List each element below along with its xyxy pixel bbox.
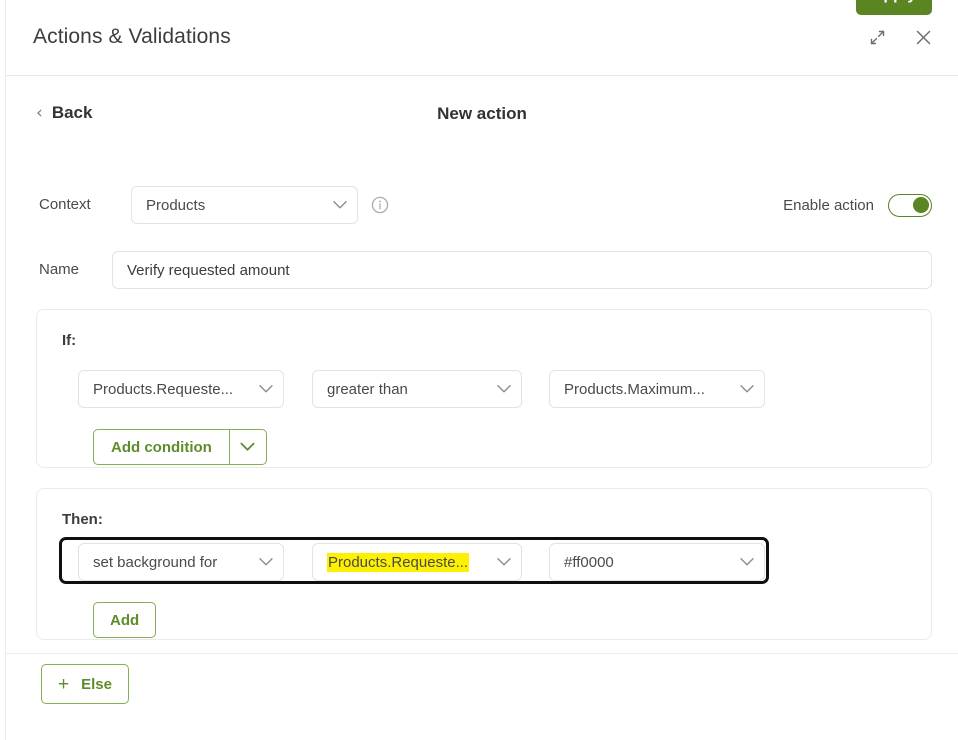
if-condition-row: Products.Requeste... greater than Produc… <box>78 370 765 408</box>
then-block-title: Then: <box>62 511 103 528</box>
chevron-down-icon <box>497 381 511 398</box>
enable-action-label: Enable action <box>783 197 874 214</box>
context-select-value: Products <box>146 196 206 214</box>
back-button[interactable]: ‹ Back <box>36 103 92 123</box>
then-color-select[interactable]: #ff0000 <box>549 543 765 581</box>
then-target-select[interactable]: Products.Requeste... <box>312 543 522 581</box>
chevron-down-icon <box>259 381 273 398</box>
chevron-down-icon <box>740 381 754 398</box>
then-operation-select[interactable]: set background for <box>78 543 284 581</box>
chevron-down-icon <box>333 197 347 214</box>
add-else-label: Else <box>81 675 112 693</box>
name-row: Name <box>6 251 958 289</box>
close-icon[interactable] <box>910 24 936 50</box>
if-operator-value: greater than <box>327 380 408 398</box>
if-operator-select[interactable]: greater than <box>312 370 522 408</box>
back-button-label: Back <box>51 103 93 122</box>
actions-validations-panel: Actions & Validations ‹ Back New action … <box>5 0 958 740</box>
toggle-knob <box>913 196 929 213</box>
then-target-value: Products.Requeste... <box>327 552 470 572</box>
chevron-left-icon: ‹ <box>36 102 43 123</box>
page-title: Actions & Validations <box>33 25 231 48</box>
chevron-down-icon <box>497 554 511 571</box>
if-field-select[interactable]: Products.Requeste... <box>78 370 284 408</box>
window-controls <box>864 24 936 50</box>
footer-divider <box>6 653 958 654</box>
if-value-value: Products.Maximum... <box>564 380 705 398</box>
if-value-select[interactable]: Products.Maximum... <box>549 370 765 408</box>
context-select[interactable]: Products <box>131 186 358 224</box>
then-action-row: set background for Products.Requeste... … <box>78 543 765 581</box>
then-operation-value: set background for <box>93 553 218 571</box>
if-field-value: Products.Requeste... <box>93 380 234 398</box>
context-label: Context <box>39 196 91 213</box>
info-icon[interactable] <box>371 196 389 214</box>
then-color-value: #ff0000 <box>564 553 614 571</box>
name-label: Name <box>39 261 80 278</box>
if-block-title: If: <box>62 332 77 349</box>
add-else-button[interactable]: + Else <box>41 664 129 704</box>
chevron-down-icon <box>740 554 754 571</box>
context-row: Context Products Enable action <box>6 186 958 224</box>
add-action-button[interactable]: Add <box>93 602 157 638</box>
name-input[interactable] <box>112 251 932 289</box>
action-subheader: ‹ Back New action Apply <box>6 0 958 162</box>
add-condition-dropdown-toggle[interactable] <box>230 430 266 464</box>
enable-action-toggle[interactable] <box>888 194 932 217</box>
expand-icon[interactable] <box>864 24 890 50</box>
plus-icon: + <box>58 673 70 695</box>
if-block: If: Products.Requeste... greater than Pr… <box>36 309 932 468</box>
add-condition-label: Add condition <box>94 430 230 464</box>
subheader-title: New action <box>437 104 527 123</box>
add-condition-button[interactable]: Add condition <box>93 429 267 465</box>
apply-button[interactable]: Apply <box>856 0 932 15</box>
window-titlebar: Actions & Validations <box>6 0 958 76</box>
chevron-down-icon <box>259 554 273 571</box>
enable-action-control: Enable action <box>783 194 932 217</box>
then-block: Then: set background for Products.Reques… <box>36 488 932 640</box>
